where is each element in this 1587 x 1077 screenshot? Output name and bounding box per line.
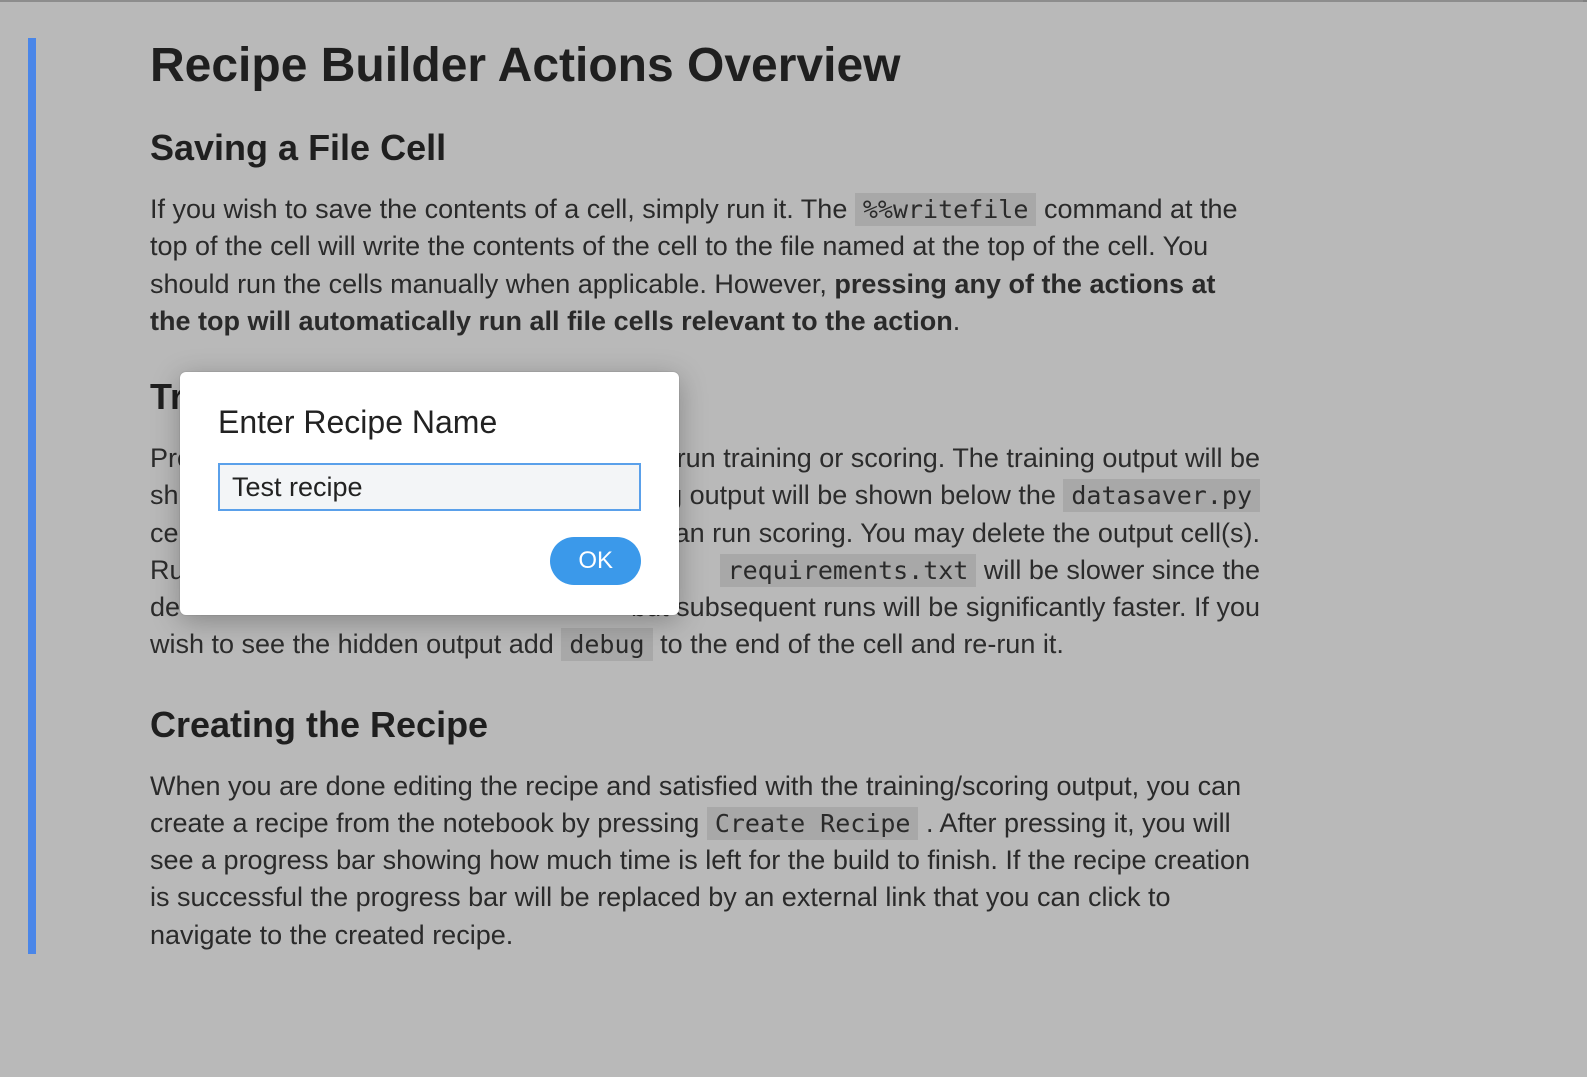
code-debug: debug xyxy=(561,628,652,661)
text-fragment-left: de xyxy=(150,589,180,626)
heading-fragment: Tr xyxy=(150,376,184,417)
page-title: Recipe Builder Actions Overview xyxy=(150,38,1547,93)
text: ng output will be shown below the xyxy=(652,480,1063,510)
paragraph-saving: If you wish to save the contents of a ce… xyxy=(150,191,1260,340)
text-fragment-right: requirements.txt will be slower since th… xyxy=(720,552,1260,589)
recipe-name-input[interactable] xyxy=(218,463,641,511)
text-fragment-right: but subsequent runs will be significantl… xyxy=(631,589,1260,626)
ok-button[interactable]: OK xyxy=(550,537,641,585)
text: will be slower since the xyxy=(984,555,1260,585)
code-writefile: %%writefile xyxy=(855,193,1037,226)
text-fragment-right: o run training or scoring. The training … xyxy=(654,440,1260,477)
text-fragment-left: ce xyxy=(150,515,179,552)
text-fragment-right: u can run scoring. You may delete the ou… xyxy=(639,515,1260,552)
code-requirements: requirements.txt xyxy=(720,554,977,587)
text: If you wish to save the contents of a ce… xyxy=(150,194,855,224)
dialog-title: Enter Recipe Name xyxy=(218,404,641,441)
section-heading-saving: Saving a File Cell xyxy=(150,127,1547,169)
enter-recipe-name-dialog: Enter Recipe Name OK xyxy=(180,372,679,615)
text: wish to see the hidden output add xyxy=(150,629,561,659)
code-create-recipe: Create Recipe xyxy=(707,807,919,840)
dialog-actions: OK xyxy=(218,537,641,585)
paragraph-creating: When you are done editing the recipe and… xyxy=(150,768,1260,954)
text-fragment-left: sh xyxy=(150,477,179,514)
text: . xyxy=(953,306,961,336)
code-datasaver: datasaver.py xyxy=(1063,479,1260,512)
text-fragment-right: ng output will be shown below the datasa… xyxy=(652,477,1260,514)
section-heading-creating: Creating the Recipe xyxy=(150,704,1547,746)
text: to the end of the cell and re-run it. xyxy=(660,629,1064,659)
